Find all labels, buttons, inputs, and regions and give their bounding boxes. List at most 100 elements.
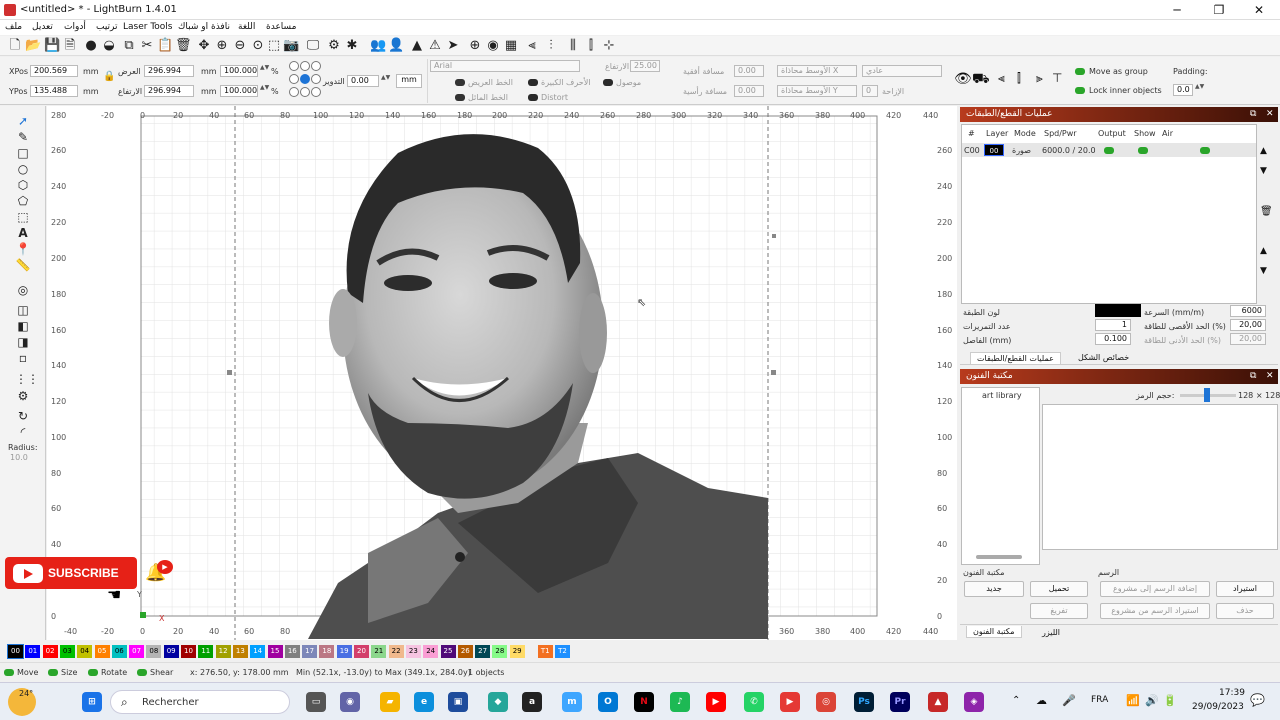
speed-field[interactable]: 6000 — [1230, 305, 1266, 317]
language-indicator[interactable]: FRA — [1091, 695, 1108, 705]
panel-close-icon[interactable]: ✕ — [1266, 107, 1274, 122]
palette-swatch[interactable]: 16 — [284, 645, 300, 658]
ypos-field[interactable]: 135.488 — [30, 85, 78, 97]
send-icon[interactable]: ➤ — [445, 38, 461, 54]
file-explorer-icon[interactable]: ▰ — [380, 692, 400, 712]
close-icon[interactable]: ✕ — [1250, 2, 1268, 18]
palette-swatch[interactable]: 08 — [146, 645, 162, 658]
media-icon[interactable]: ▶ — [780, 692, 800, 712]
save-icon[interactable]: 💾 — [44, 38, 60, 54]
select-tool-icon[interactable]: ➚ — [15, 114, 31, 128]
palette-swatch[interactable]: 10 — [181, 645, 196, 658]
palette-swatch[interactable]: T1 — [537, 645, 553, 658]
whatsapp-icon[interactable]: ✆ — [744, 692, 764, 712]
welded-toggle[interactable] — [603, 79, 613, 86]
grid-array-icon[interactable]: ⬚ — [15, 210, 31, 224]
palette-swatch[interactable]: 19 — [336, 645, 352, 658]
palette-swatch[interactable]: 27 — [475, 645, 491, 658]
palette-swatch[interactable]: 04 — [77, 645, 93, 658]
wifi-icon[interactable]: 📶 — [1126, 694, 1140, 707]
passes-field[interactable]: 1 — [1095, 319, 1131, 331]
move-icon[interactable]: ✥ — [196, 38, 212, 54]
anchor-mr[interactable] — [311, 74, 321, 84]
palette-swatch[interactable]: 14 — [250, 645, 266, 658]
cloud-icon[interactable]: ☁ — [1036, 694, 1047, 707]
palette-swatch[interactable]: 07 — [129, 645, 145, 658]
slider-handle[interactable] — [1204, 388, 1210, 402]
edit-nodes-icon[interactable]: ✎ — [15, 130, 31, 144]
cut-icon[interactable]: ✂ — [139, 38, 155, 54]
lightburn-taskbar-icon[interactable]: ▲ — [928, 692, 948, 712]
ellipse-tool-icon[interactable]: ○ — [15, 162, 31, 176]
align-x-select[interactable]: الأوسط محاذاة X — [777, 65, 857, 77]
show-toggle[interactable] — [1138, 147, 1148, 154]
move-toggle[interactable] — [4, 669, 14, 676]
palette-swatch[interactable]: 22 — [388, 645, 404, 658]
clock-date[interactable]: 29/09/2023 — [1192, 702, 1244, 712]
panel-close-icon[interactable]: ✕ — [1266, 369, 1274, 384]
grid-icon[interactable]: ▦ — [503, 38, 519, 54]
zoom-out-icon[interactable]: ⊖ — [232, 38, 248, 54]
menu-window[interactable]: نافذة او شباك — [178, 22, 230, 32]
minimize-icon[interactable]: ─ — [1168, 2, 1186, 18]
italic-toggle[interactable] — [455, 94, 465, 101]
windows-start-icon[interactable]: ⊞ — [82, 692, 102, 712]
anchor-tl[interactable] — [289, 61, 299, 71]
align-right-icon[interactable]: ⫸ — [1036, 71, 1043, 86]
align-center-h-icon[interactable]: ⫿ — [1017, 71, 1021, 86]
align-y-select[interactable]: الأوسط محاذاة Y — [777, 85, 857, 97]
palette-swatch[interactable]: 18 — [319, 645, 335, 658]
maximize-icon[interactable]: ❐ — [1210, 2, 1228, 18]
selection-handle-right[interactable] — [771, 370, 776, 375]
palette-swatch[interactable]: 12 — [215, 645, 231, 658]
scroll-down-icon[interactable]: ▼ — [1260, 266, 1267, 276]
center-icon[interactable]: ⊹ — [601, 38, 617, 54]
chat-icon[interactable]: ◉ — [340, 692, 360, 712]
battery-icon[interactable]: 🔋 — [1163, 694, 1177, 707]
task-view-icon[interactable]: ▭ — [306, 692, 326, 712]
rotate-spinner[interactable]: ▲▼ — [381, 75, 390, 87]
menu-tools[interactable]: أدوات — [64, 22, 86, 32]
palette-swatch[interactable]: 24 — [423, 645, 439, 658]
warning-icon[interactable]: ⚠ — [427, 38, 443, 54]
target-icon[interactable]: ⊕ — [467, 38, 483, 54]
selection-handle-left[interactable] — [227, 370, 232, 375]
selection-handle-top-right[interactable] — [772, 234, 776, 238]
volume-icon[interactable]: 🔊 — [1145, 694, 1159, 707]
export-icon[interactable]: ◒ — [101, 38, 117, 54]
scale-height-spinner[interactable]: ▲▼ — [260, 85, 269, 97]
menu-language[interactable]: اللغة — [238, 22, 255, 32]
menu-edit[interactable]: تعديل — [32, 22, 53, 32]
palette-swatch[interactable]: 03 — [59, 645, 75, 658]
load-library-button[interactable]: تحميل — [1030, 581, 1088, 597]
new-file-icon[interactable]: 🗋 — [7, 38, 23, 54]
rotate-tool-icon[interactable]: ↻ — [15, 409, 31, 423]
chrome-icon[interactable]: ◎ — [816, 692, 836, 712]
align-objects-icon[interactable]: ⫷ — [998, 71, 1005, 86]
max-power-field[interactable]: 20,00 — [1230, 319, 1266, 331]
visibility-icon[interactable]: 👁 — [954, 71, 972, 87]
car-icon[interactable]: ⛟ — [972, 71, 990, 89]
measure-tool-icon[interactable]: 📏 — [15, 258, 31, 272]
zoom-in-icon[interactable]: ⊕ — [214, 38, 230, 54]
move-down-icon[interactable]: ▼ — [1260, 166, 1267, 176]
row-layer-swatch[interactable]: 00 — [984, 144, 1004, 156]
text-mode-select[interactable]: عادي — [862, 65, 942, 77]
anchor-bl[interactable] — [289, 87, 299, 97]
app3-icon[interactable]: ◈ — [964, 692, 984, 712]
palette-swatch[interactable]: 11 — [198, 645, 214, 658]
spotify-icon[interactable]: ♪ — [670, 692, 690, 712]
tab-shape-properties[interactable]: خصائص الشكل — [1072, 352, 1135, 363]
weld-icon[interactable]: ◫ — [15, 303, 31, 317]
anchor-center[interactable] — [300, 74, 310, 84]
menu-file[interactable]: ملف — [5, 22, 22, 32]
padding-spinner[interactable]: ▲▼ — [1195, 84, 1204, 96]
palette-swatch[interactable]: T2 — [555, 645, 570, 658]
width-field[interactable]: 296.994 — [144, 65, 194, 77]
palette-swatch[interactable]: 28 — [492, 645, 508, 658]
tab-art-library[interactable]: مكتبة الفنون — [966, 626, 1022, 638]
distribute-v-icon[interactable]: ⫿ — [583, 38, 599, 54]
frame-selection-icon[interactable]: ⬚ — [266, 38, 282, 54]
tab-cuts-layers[interactable]: عمليات القطع/الطبقات — [970, 352, 1061, 364]
xpos-field[interactable]: 200.569 — [30, 65, 78, 77]
